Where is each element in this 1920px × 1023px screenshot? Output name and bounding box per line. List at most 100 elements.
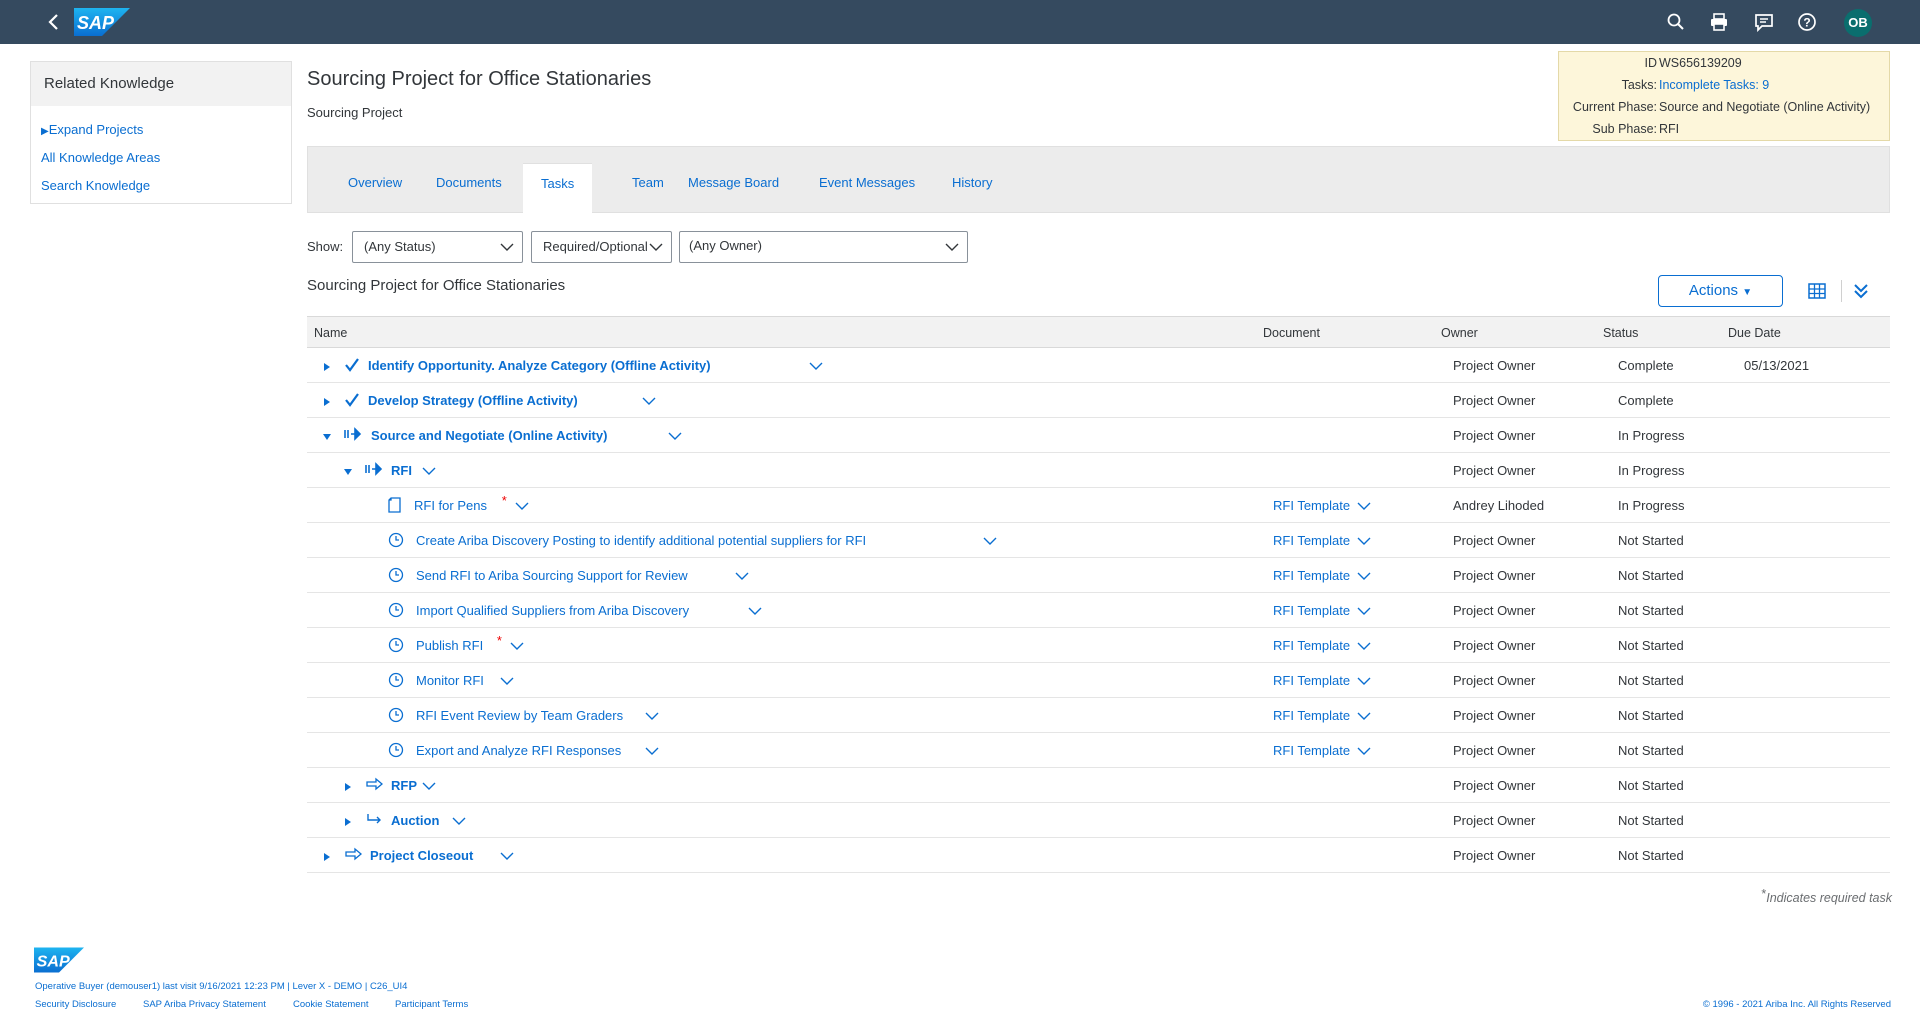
document-link[interactable]: RFI Template: [1273, 568, 1350, 583]
task-menu-chevron-icon[interactable]: [748, 604, 762, 615]
task-name-link[interactable]: Import Qualified Suppliers from Ariba Di…: [416, 603, 689, 618]
participant-terms-link[interactable]: Participant Terms: [395, 999, 468, 1010]
required-filter-select[interactable]: Required/Optional: [531, 231, 672, 263]
privacy-statement-link[interactable]: SAP Ariba Privacy Statement: [143, 999, 266, 1010]
document-menu-chevron-icon[interactable]: [1357, 709, 1371, 720]
task-menu-chevron-icon[interactable]: [983, 534, 997, 545]
expand-triangle-icon[interactable]: [343, 780, 353, 791]
task-name-link[interactable]: Auction: [391, 813, 439, 828]
search-icon[interactable]: [1666, 12, 1686, 32]
document-link[interactable]: RFI Template: [1273, 743, 1350, 758]
document-link[interactable]: RFI Template: [1273, 603, 1350, 618]
task-name-link[interactable]: Monitor RFI: [416, 673, 484, 688]
phase-hook-arrow-icon: [365, 812, 385, 829]
owner-value: Project Owner: [1453, 848, 1536, 863]
double-chevron-down-icon[interactable]: [1852, 283, 1870, 299]
notifications-icon[interactable]: [1754, 12, 1774, 32]
sap-logo[interactable]: SAP: [74, 8, 130, 36]
clock-icon: [388, 637, 404, 656]
search-knowledge-link[interactable]: Search Knowledge: [41, 172, 291, 200]
task-menu-chevron-icon[interactable]: [809, 359, 823, 370]
svg-text:SAP: SAP: [37, 952, 70, 970]
task-name-link[interactable]: Export and Analyze RFI Responses: [416, 743, 621, 758]
all-knowledge-areas-link[interactable]: All Knowledge Areas: [41, 144, 291, 172]
print-icon[interactable]: [1709, 12, 1729, 32]
expand-triangle-icon[interactable]: [322, 850, 332, 861]
document-link[interactable]: RFI Template: [1273, 673, 1350, 688]
task-name-link[interactable]: RFI: [391, 463, 412, 478]
task-menu-chevron-icon[interactable]: [422, 464, 436, 475]
expand-projects-link[interactable]: ▶Expand Projects: [41, 116, 291, 144]
task-menu-chevron-icon[interactable]: [500, 674, 514, 685]
owner-value: Project Owner: [1453, 603, 1536, 618]
task-menu-chevron-icon[interactable]: [645, 709, 659, 720]
project-info-box: ID WS656139209 Tasks: Incomplete Tasks: 9 …: [1558, 51, 1890, 141]
subphase-value: RFI: [1659, 122, 1680, 136]
help-icon[interactable]: ?: [1797, 12, 1817, 32]
tab-message-board[interactable]: Message Board: [670, 163, 797, 214]
table-options-icon[interactable]: [1808, 283, 1826, 299]
expand-triangle-icon[interactable]: [322, 360, 332, 371]
task-name-link[interactable]: Source and Negotiate (Online Activity): [371, 428, 607, 443]
task-name-link[interactable]: Create Ariba Discovery Posting to identi…: [416, 533, 866, 548]
table-row: Monitor RFI RFI Template Project Owner Not …: [307, 663, 1890, 698]
task-menu-chevron-icon[interactable]: [645, 744, 659, 755]
status-value: Not Started: [1618, 813, 1684, 828]
document-link[interactable]: RFI Template: [1273, 533, 1350, 548]
task-name-link[interactable]: Project Closeout: [370, 848, 473, 863]
document-menu-chevron-icon[interactable]: [1357, 534, 1371, 545]
page-subtitle: Sourcing Project: [307, 105, 403, 120]
document-menu-chevron-icon[interactable]: [1357, 744, 1371, 755]
task-menu-chevron-icon[interactable]: [642, 394, 656, 405]
document-menu-chevron-icon[interactable]: [1357, 639, 1371, 650]
task-name-link[interactable]: Publish RFI: [416, 638, 483, 653]
task-name-link[interactable]: RFP: [391, 778, 417, 793]
document-link[interactable]: RFI Template: [1273, 708, 1350, 723]
actions-button[interactable]: Actions ▼: [1658, 275, 1783, 307]
owner-value: Project Owner: [1453, 463, 1536, 478]
col-name[interactable]: Name: [314, 326, 347, 340]
task-menu-chevron-icon[interactable]: [422, 779, 436, 790]
task-menu-chevron-icon[interactable]: [500, 849, 514, 860]
task-menu-chevron-icon[interactable]: [452, 814, 466, 825]
task-menu-chevron-icon[interactable]: [515, 499, 529, 510]
collapse-triangle-icon[interactable]: [322, 430, 332, 440]
task-name-link[interactable]: RFI for Pens: [414, 498, 487, 513]
tab-documents[interactable]: Documents: [418, 163, 520, 214]
col-document[interactable]: Document: [1263, 326, 1320, 340]
col-status[interactable]: Status: [1603, 326, 1638, 340]
task-menu-chevron-icon[interactable]: [510, 639, 524, 650]
status-value: Not Started: [1618, 848, 1684, 863]
expand-triangle-icon[interactable]: [322, 395, 332, 406]
id-value: WS656139209: [1659, 56, 1742, 70]
task-name-link[interactable]: Send RFI to Ariba Sourcing Support for R…: [416, 568, 688, 583]
col-owner[interactable]: Owner: [1441, 326, 1478, 340]
task-name-link[interactable]: Identify Opportunity. Analyze Category (…: [368, 358, 711, 373]
collapse-triangle-icon[interactable]: [343, 465, 353, 475]
user-avatar[interactable]: OB: [1844, 9, 1872, 37]
task-name-link[interactable]: RFI Event Review by Team Graders: [416, 708, 623, 723]
owner-filter-select[interactable]: (Any Owner): [679, 231, 968, 263]
document-menu-chevron-icon[interactable]: [1357, 604, 1371, 615]
in-progress-phase-icon: [365, 462, 385, 479]
incomplete-tasks-link[interactable]: Incomplete Tasks: 9: [1659, 74, 1769, 96]
document-menu-chevron-icon[interactable]: [1357, 499, 1371, 510]
document-link[interactable]: RFI Template: [1273, 638, 1350, 653]
security-disclosure-link[interactable]: Security Disclosure: [35, 999, 116, 1010]
col-due-date[interactable]: Due Date: [1728, 326, 1781, 340]
task-menu-chevron-icon[interactable]: [668, 429, 682, 440]
back-icon[interactable]: [44, 11, 64, 33]
clock-icon: [388, 742, 404, 761]
task-name-link[interactable]: Develop Strategy (Offline Activity): [368, 393, 578, 408]
tab-event-messages[interactable]: Event Messages: [801, 163, 933, 214]
expand-triangle-icon[interactable]: [343, 815, 353, 826]
tab-overview[interactable]: Overview: [330, 163, 420, 214]
tab-tasks[interactable]: Tasks: [523, 163, 593, 214]
tab-history[interactable]: History: [934, 163, 1010, 214]
status-filter-select[interactable]: (Any Status): [352, 231, 523, 263]
document-link[interactable]: RFI Template: [1273, 498, 1350, 513]
document-menu-chevron-icon[interactable]: [1357, 569, 1371, 580]
task-menu-chevron-icon[interactable]: [735, 569, 749, 580]
cookie-statement-link[interactable]: Cookie Statement: [293, 999, 369, 1010]
document-menu-chevron-icon[interactable]: [1357, 674, 1371, 685]
